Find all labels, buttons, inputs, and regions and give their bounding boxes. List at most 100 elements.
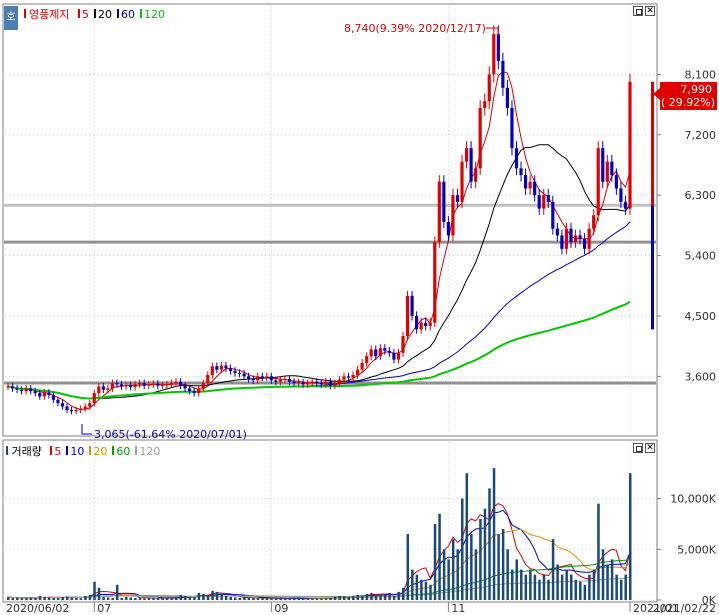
volume-bar [270, 597, 273, 600]
series-marker-icon [23, 9, 26, 18]
volume-ma-label: 60 [116, 445, 131, 458]
volume-bar [411, 569, 414, 600]
candle-body [219, 365, 223, 370]
volume-bar [370, 592, 373, 600]
volume-ma-label: 5 [54, 445, 62, 458]
volume-bar [306, 598, 310, 600]
maximize-icon[interactable] [633, 6, 643, 16]
volume-bar [97, 587, 101, 600]
volume-bar [329, 597, 332, 600]
volume-bar [401, 587, 405, 600]
candle-body [333, 383, 337, 386]
volume-bar [43, 596, 46, 600]
volume-bar [256, 598, 260, 600]
y-tick-label: 5,400 [685, 250, 717, 263]
x-tick-label: 07 [97, 602, 111, 615]
candle-body [610, 161, 614, 176]
volume-bar [424, 581, 428, 600]
volume-bar [542, 574, 546, 600]
candle-body [415, 315, 419, 330]
candle-body [15, 388, 19, 390]
volume-bar [465, 473, 469, 600]
volume-bar [433, 523, 437, 600]
price-ma-label: 20 [97, 8, 112, 21]
x-tick-label: 2020/06/02 [6, 602, 69, 615]
volume-bar [538, 579, 541, 600]
volume-bar [220, 593, 223, 600]
candle-body [269, 376, 273, 381]
volume-bar [47, 597, 51, 600]
candle-body [573, 235, 578, 243]
volume-ma-marker-icon [50, 446, 53, 455]
volume-bar [388, 592, 391, 600]
candle-body [92, 393, 96, 404]
volume-bar [397, 591, 400, 600]
volume-bar [11, 597, 15, 600]
volume-bar [333, 596, 337, 600]
candle-body [455, 195, 460, 202]
price-ma-marker-icon [139, 9, 142, 18]
volume-bar [302, 598, 305, 600]
candle-body [301, 382, 305, 385]
corner-icon[interactable]: 호 [4, 6, 18, 30]
volume-bar [365, 593, 369, 600]
volume-bar [311, 598, 314, 600]
volume-bar [510, 569, 514, 600]
candle-body [29, 388, 33, 392]
series-marker-icon [6, 446, 8, 455]
volume-bar [483, 508, 487, 600]
volume-bar [615, 574, 618, 600]
y-tick-label: 4,500 [685, 310, 717, 323]
candle-body [151, 383, 155, 385]
volume-ma-marker-icon [66, 446, 69, 455]
volume-ma-label: 20 [93, 445, 108, 458]
volume-bar [143, 598, 146, 600]
volume-bar [470, 534, 473, 600]
volume-bar [224, 595, 228, 600]
volume-bar [338, 595, 341, 600]
candle-body [292, 381, 296, 384]
volume-bar [16, 597, 19, 600]
candle-body [174, 381, 178, 384]
volume-bar [488, 488, 491, 600]
volume-bar [588, 574, 591, 600]
volume-bar [551, 539, 555, 600]
candle-body [83, 406, 87, 409]
candle-body [60, 403, 65, 407]
candle-body [256, 376, 260, 381]
candle-body [128, 385, 133, 388]
price-range-bar-up [651, 81, 654, 206]
volume-ma-label: 120 [139, 445, 161, 458]
volume-bar [592, 569, 596, 600]
volume-bar [29, 597, 33, 600]
candle-body [10, 386, 15, 389]
volume-bar [524, 574, 528, 600]
volume-bar [25, 598, 28, 600]
candle-body [324, 381, 328, 385]
close-icon[interactable]: ✕ [645, 443, 655, 453]
candle-body [160, 385, 164, 387]
volume-bar [356, 594, 360, 600]
price-range-bar-down [651, 205, 654, 330]
volume-bar [320, 598, 323, 600]
candle-body [138, 383, 142, 385]
volume-bar [38, 595, 42, 600]
volume-bar [547, 579, 550, 600]
volume-bar [361, 595, 364, 600]
volume-bar [215, 591, 219, 600]
candle-body [306, 383, 310, 385]
candle-body [564, 228, 569, 249]
candle-body [242, 373, 246, 377]
volume-bar [56, 598, 60, 600]
maximize-icon[interactable] [633, 443, 643, 453]
volume-tick-label: 5,000K [677, 543, 716, 556]
volume-bar [379, 593, 382, 600]
close-icon[interactable]: ✕ [645, 6, 655, 16]
volume-bar [184, 595, 187, 600]
volume-ma-marker-icon [135, 446, 138, 455]
y-tick-label: 6,300 [685, 189, 717, 202]
volume-bar [610, 559, 614, 600]
current-price: 7,990 [681, 83, 713, 96]
volume-bar [479, 518, 482, 600]
current-change: ( 29.92%) [661, 96, 715, 109]
